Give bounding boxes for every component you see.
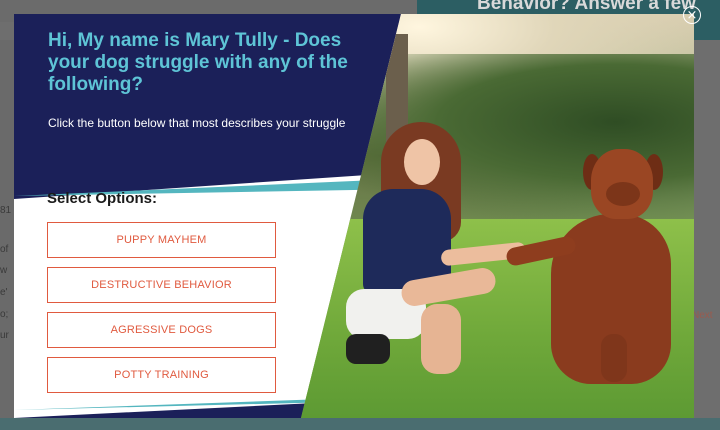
dog-muzzle [606,182,640,206]
dog-hind-leg [601,334,627,382]
trainer-shoe [346,334,390,364]
background-next-link: Next [692,310,713,321]
close-icon[interactable]: × [683,6,701,24]
options-title: Select Options: [47,190,158,207]
background-fragment: o; [0,309,9,320]
trainer-face [404,139,440,185]
option-aggressive-dogs-button[interactable]: AGRESSIVE DOGS [47,312,276,348]
background-banner-text: Behavior? Answer a few [477,0,696,14]
option-puppy-mayhem-button[interactable]: PUPPY MAYHEM [47,222,276,258]
background-fragment: of [0,244,9,255]
trainer-lower-leg [421,304,461,374]
popup-modal: Hi, My name is Mary Tully - Does your do… [14,14,694,418]
option-destructive-behavior-button[interactable]: DESTRUCTIVE BEHAVIOR [47,267,276,303]
popup-headline: Hi, My name is Mary Tully - Does your do… [48,30,348,95]
background-fragment: 81 [0,205,12,216]
background-fragment: w [0,265,8,276]
popup-subline: Click the button below that most describ… [48,116,346,130]
background-fragment: ur [0,330,9,341]
option-potty-training-button[interactable]: POTTY TRAINING [47,357,276,393]
background-footer [0,418,720,430]
background-fragment: e' [0,287,8,298]
